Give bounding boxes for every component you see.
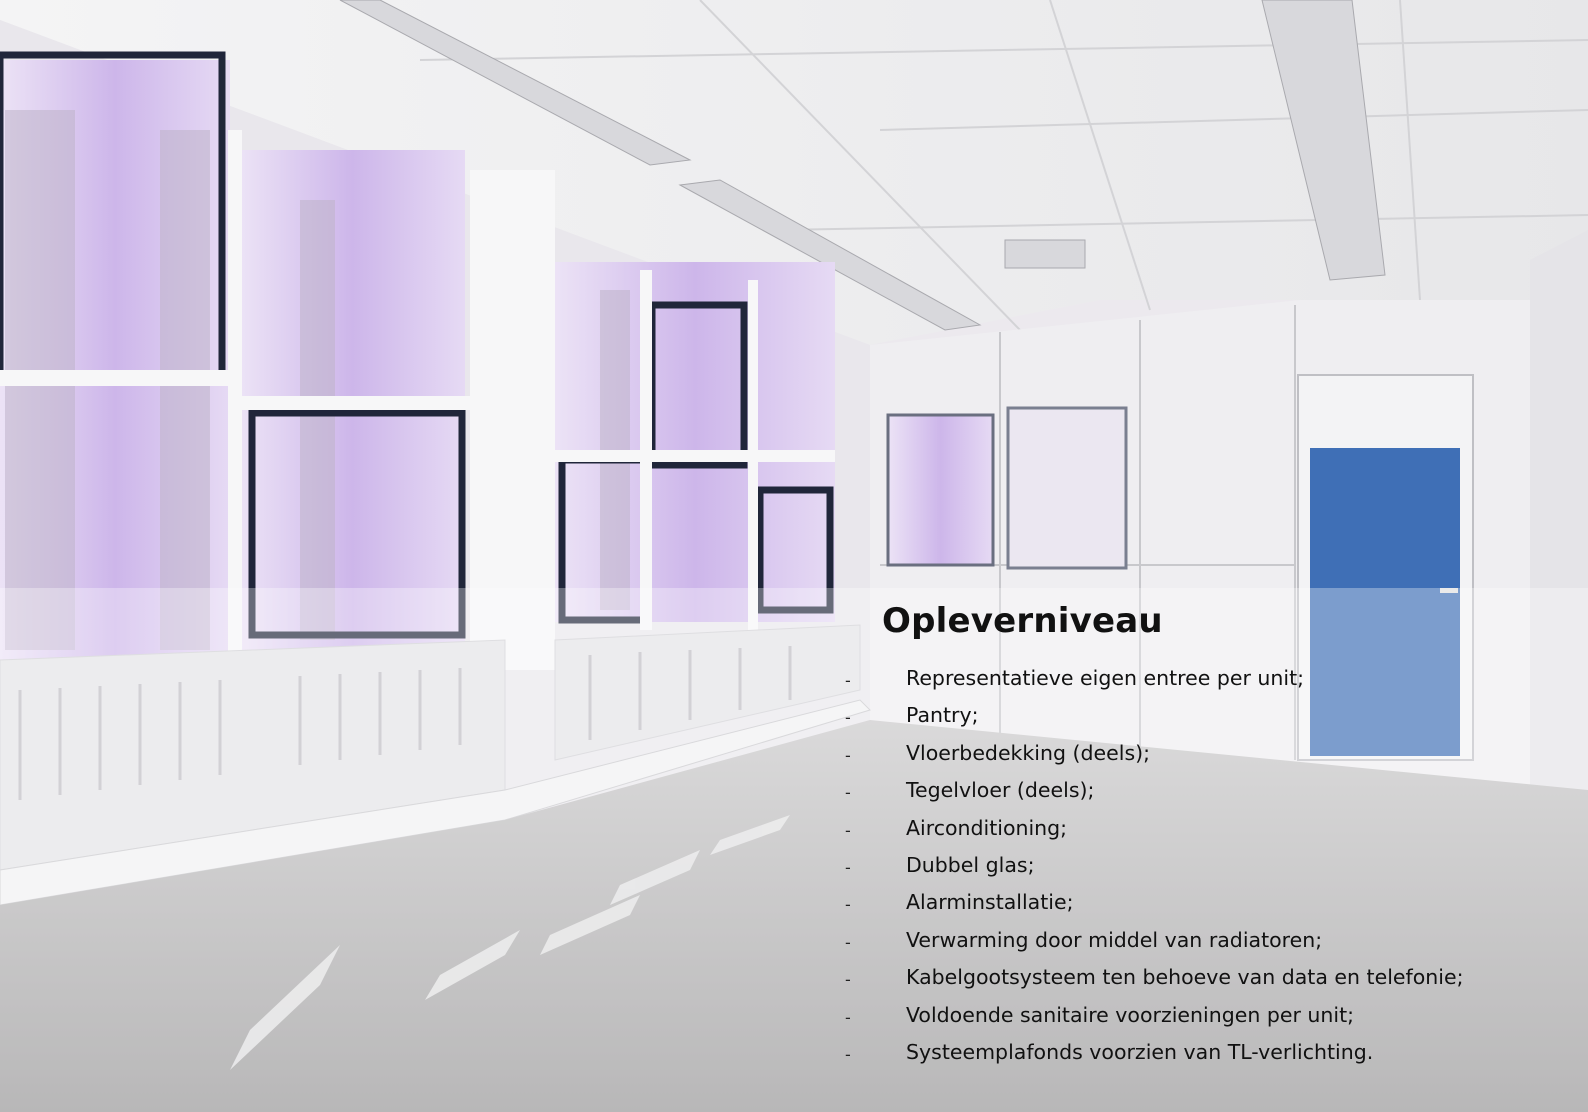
feature-text: Voldoende sanitaire voorzieningen per un… — [906, 1002, 1355, 1027]
feature-text: Tegelvloer (deels); — [906, 778, 1095, 803]
feature-text: Representatieve eigen entree per unit; — [906, 666, 1305, 690]
feature-text: Vloerbedekking (deels); — [906, 740, 1151, 765]
feature-item: - Voldoende sanitaire voorzieningen per u… — [845, 997, 1570, 1034]
bullet-dash: - — [845, 708, 851, 728]
feature-item: - Verwarming door middel van radiatoren; — [845, 922, 1570, 959]
feature-item: - Pantry; — [845, 697, 1570, 734]
feature-text: Airconditioning; — [906, 815, 1068, 840]
feature-item: - Tegelvloer (deels); — [845, 772, 1570, 809]
feature-item: - Kabelgootsysteem ten behoeve van data e… — [845, 959, 1570, 996]
feature-text: Verwarming door middel van radiatoren; — [906, 927, 1323, 952]
feature-text: Alarminstallatie; — [906, 890, 1074, 915]
feature-item: - Representatieve eigen entree per unit; — [845, 660, 1570, 697]
feature-item: - Vloerbedekking (deels); — [845, 735, 1570, 772]
bullet-dash: - — [845, 745, 851, 765]
bullet-dash: - — [845, 1007, 851, 1027]
feature-text: Systeemplafonds voorzien van TL-verlicht… — [906, 1039, 1374, 1064]
feature-item: - Systeemplafonds voorzien van TL-verlich… — [845, 1034, 1570, 1071]
bullet-dash: - — [845, 970, 851, 990]
bullet-dash: - — [845, 895, 851, 915]
feature-list: - Representatieve eigen entree per unit; … — [845, 660, 1570, 1071]
panel-title: Opleverniveau — [882, 601, 1163, 641]
bullet-dash: - — [845, 671, 851, 690]
feature-text: Dubbel glas; — [906, 852, 1035, 877]
feature-text: Kabelgootsysteem ten behoeve van data en… — [906, 965, 1464, 990]
bullet-dash: - — [845, 932, 851, 952]
bullet-dash: - — [845, 1044, 851, 1064]
feature-item: - Alarminstallatie; — [845, 884, 1570, 921]
bullet-dash: - — [845, 820, 851, 840]
feature-item: - Airconditioning; — [845, 810, 1570, 847]
bullet-dash: - — [845, 857, 851, 877]
feature-item: - Dubbel glas; — [845, 847, 1570, 884]
delivery-level-panel: Opleverniveau - Representatieve eigen ent… — [845, 601, 1570, 1071]
feature-text: Pantry; — [906, 703, 979, 728]
bullet-dash: - — [845, 783, 851, 803]
